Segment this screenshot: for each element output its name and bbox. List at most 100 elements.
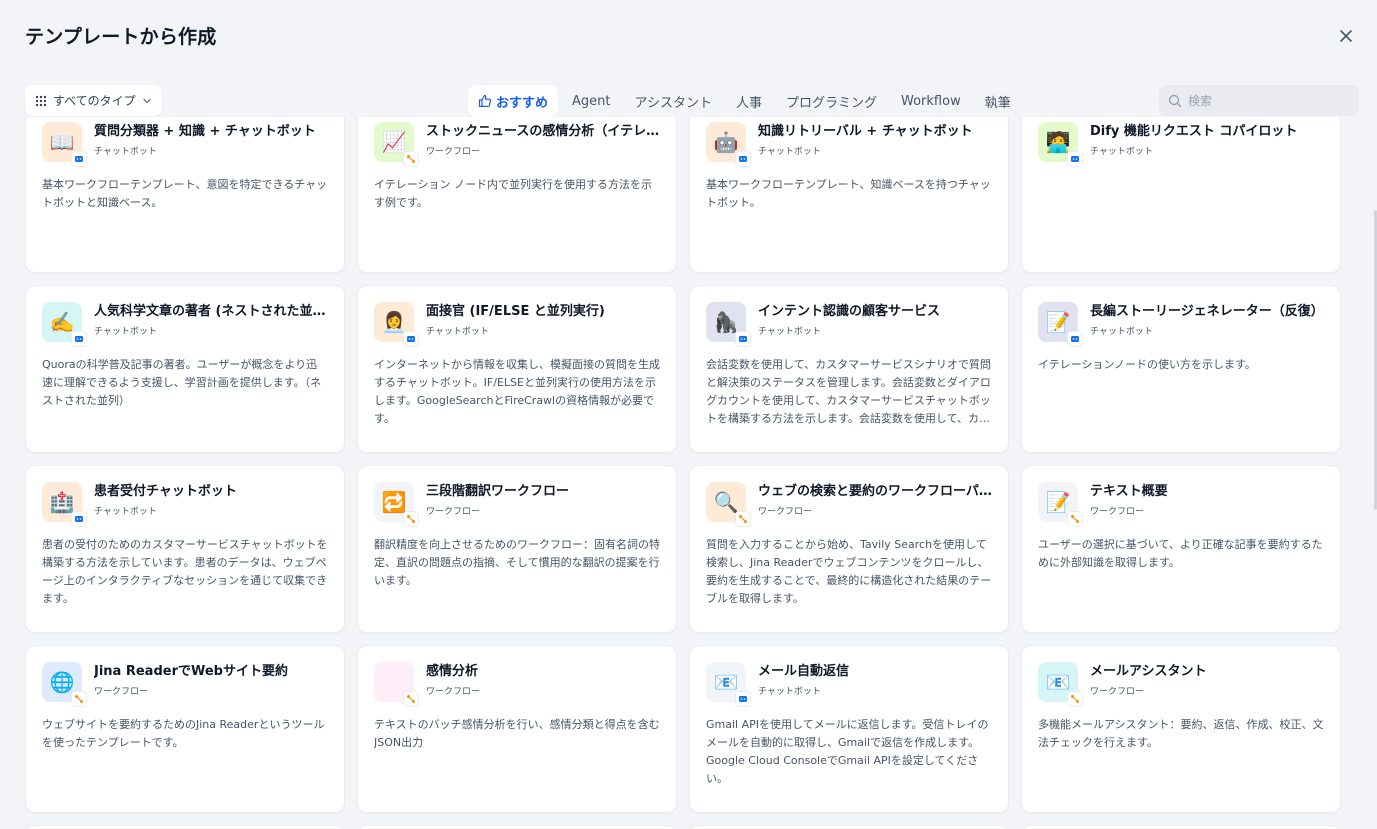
chart-up-icon: 📈 [381,130,407,154]
hospital-icon: 🏥 [49,490,75,514]
card-title: Jina ReaderでWebサイト要約 [94,664,288,679]
chatbot-mode-icon [735,331,751,347]
card-description: ウェブサイトを要約するためのJina Readerというツールを使ったテンプレー… [42,718,325,749]
template-card[interactable] [25,825,345,829]
chatbot-mode-icon [403,331,419,347]
template-card[interactable]: 🤖 知識リトリーバル + チャットボットチャットボット基本ワークフローテンプレート… [689,117,1009,273]
tab-programming[interactable]: プログラミング [776,85,887,117]
globe-icon: 🌐 [49,670,75,694]
tab-writing[interactable]: 執筆 [975,85,1021,117]
card-mode-label: ワークフロー [426,687,481,697]
template-card[interactable]: ✍️ 人気科学文章の著者 (ネストされた並列) チャットボット Quoraの科学普及記… [25,285,345,453]
workflow-mode-icon [735,511,751,527]
app-icon: ✍️ [42,302,87,347]
workflow-mode-icon [71,691,87,707]
template-card[interactable]: 🧑‍💻 Dify 機能リクエスト コパイロット チャットボット [1021,117,1341,273]
robot-icon: 🤖 [713,130,739,154]
template-card[interactable]: 🔍 ウェブの検索と要約のワークフローパターン ワークフロー 質問を入力することから始め… [689,465,1009,633]
app-icon: 🔁 [374,482,419,527]
card-description: イテレーション ノード内で並列実行を使用する方法を示す例です。 [374,178,653,209]
template-card[interactable]: 📝 テキスト概要ワークフローユーザーの選択に基づいて、より正確な記事を要約するため… [1021,465,1341,633]
card-description: 患者の受付のためのカスタマーサービスチャットボットを構築する方法を示しています。… [42,538,328,605]
card-mode-label: ワークフロー [1090,507,1145,517]
card-mode-label: チャットボット [426,327,489,337]
card-header: 📖 質問分類器 + 知識 + チャットボット チャットボット [42,122,328,167]
card-header: 🔍 ウェブの検索と要約のワークフローパターン ワークフロー [706,482,994,527]
tab-label: 執筆 [984,95,1011,111]
tab-workflow[interactable]: Workflow [891,85,971,117]
chevron-down-icon [143,98,151,103]
chatbot-mode-icon [1067,151,1083,167]
template-card[interactable]: 🏥 患者受付チャットボット チャットボット患者の受付のためのカスタマーサービスチャッ… [25,465,345,633]
email-icon: 📧 [713,670,739,694]
card-header: 📝 テキスト概要ワークフロー [1038,482,1324,527]
tab-agent[interactable]: Agent [562,85,620,117]
template-card[interactable]: 📝 長編ストーリージェネレーター（反復） チャットボット イテレーションノードの使い方… [1021,285,1341,453]
app-icon: 📧 [706,662,751,707]
card-header: 📈 ストックニュースの感情分析（イテレーション） ワークフロー [374,122,662,167]
card-header: 🌐 Jina ReaderでWebサイト要約 ワークフロー [42,662,328,707]
tab-label: Agent [572,93,611,109]
dialog-title: テンプレートから作成 [25,26,217,48]
template-card[interactable] [689,825,1009,829]
card-title: メールアシスタント [1090,664,1207,679]
template-card[interactable]: 👩‍💼 面接官 (IF/ELSE と並列実行) チャットボット インターネットから情報… [357,285,677,453]
chatbot-mode-icon [735,151,751,167]
card-title: インテント認識の顧客サービス [758,304,941,319]
template-card[interactable] [357,825,677,829]
template-card[interactable]: 📧 メール自動返信 チャットボット Gmail APIを使用してメールに返信します。受… [689,645,1009,813]
card-description: Quoraの科学普及記事の著者。ユーザーが概念をより迅速に理解できるよう支援し、… [42,358,322,407]
template-card[interactable]: 🔁 三段階翻訳ワークフロー ワークフロー 翻訳精度を向上させるためのワークフロー：固有… [357,465,677,633]
close-button[interactable] [1335,25,1357,47]
card-mode-label: ワークフロー [426,507,481,517]
template-list: 📖 質問分類器 + 知識 + チャットボット チャットボット基本ワークフローテンプレ… [25,117,1342,829]
close-icon [1340,30,1352,42]
app-icon: 📝 [1038,482,1083,527]
card-title: 人気科学文章の著者 (ネストされた並列) [94,304,330,319]
template-card[interactable]: 📈 ストックニュースの感情分析（イテレーション） ワークフローイテレーション ノード… [357,117,677,273]
card-header: 🤖 知識リトリーバル + チャットボットチャットボット [706,122,992,167]
card-mode-label: ワークフロー [758,507,813,517]
tab-recommended[interactable]: おすすめ [468,85,559,117]
app-icon: 📝 [1038,302,1083,347]
tab-assistant[interactable]: アシスタント [625,85,722,117]
grid-dots-icon [35,95,47,106]
card-title: ウェブの検索と要約のワークフローパターン [758,484,994,499]
template-card[interactable]: 📖 質問分類器 + 知識 + チャットボット チャットボット 基本ワークフローテンプレ… [25,117,345,273]
card-title: テキスト概要 [1090,484,1168,499]
workflow-mode-icon [1067,691,1083,707]
search-input[interactable] [1188,93,1338,108]
template-card[interactable]: 🌐 Jina ReaderでWebサイト要約 ワークフロー ウェブサイトを要約するため… [25,645,345,813]
next-row-partial [25,825,1341,829]
card-description: 会話変数を使用して、カスタマーサービスシナリオで質問と解決策のステータスを管理し… [706,358,991,425]
tab-label: アシスタント [634,95,712,111]
card-header: 📧 メールアシスタント ワークフロー [1038,662,1324,707]
template-card[interactable] [1021,825,1341,829]
template-card[interactable]: 感情分析 ワークフロー テキストのバッチ感情分析を行い、感情分類と得点を含むJSON… [357,645,677,813]
card-mode-label: チャットボット [758,687,821,697]
template-card[interactable]: 📧 メールアシスタント ワークフロー 多機能メールアシスタント：要約、返信、作成、校正… [1021,645,1341,813]
chatbot-mode-icon [735,691,751,707]
search-box[interactable] [1159,85,1359,116]
card-header: 🏥 患者受付チャットボット チャットボット [42,482,328,527]
card-header: 🧑‍💻 Dify 機能リクエスト コパイロット チャットボット [1038,122,1324,167]
card-title: Dify 機能リクエスト コパイロット [1090,124,1298,139]
tab-hr[interactable]: 人事 [726,85,772,117]
card-title: 知識リトリーバル + チャットボット [758,124,973,139]
type-filter-dropdown[interactable]: すべてのタイプ [25,85,162,116]
memo-icon: 📝 [1045,490,1071,514]
card-description: 翻訳精度を向上させるためのワークフロー：固有名詞の特定、直訳の問題点の指摘、そし… [374,538,660,587]
card-title: メール自動返信 [758,664,850,679]
card-title: 質問分類器 + 知識 + チャットボット [94,124,316,139]
app-icon: 👩‍💼 [374,302,419,347]
card-description: インターネットから情報を収集し、模擬面接の質問を生成するチャットボット。IF/E… [374,358,660,425]
card-mode-label: チャットボット [758,147,821,157]
template-card[interactable]: 🦍 インテント認識の顧客サービス チャットボット 会話変数を使用して、カスタマーサービ… [689,285,1009,453]
card-description: ユーザーの選択に基づいて、より正確な記事を要約するために外部知識を取得します。 [1038,538,1323,569]
email-icon: 📧 [1045,670,1071,694]
card-mode-label: チャットボット [94,327,157,337]
card-description: 基本ワークフローテンプレート、知識ベースを持つチャットボット。 [706,178,991,209]
app-icon: 🏥 [42,482,87,527]
card-header: ✍️ 人気科学文章の著者 (ネストされた並列) チャットボット [42,302,330,347]
app-icon: 🤖 [706,122,751,167]
